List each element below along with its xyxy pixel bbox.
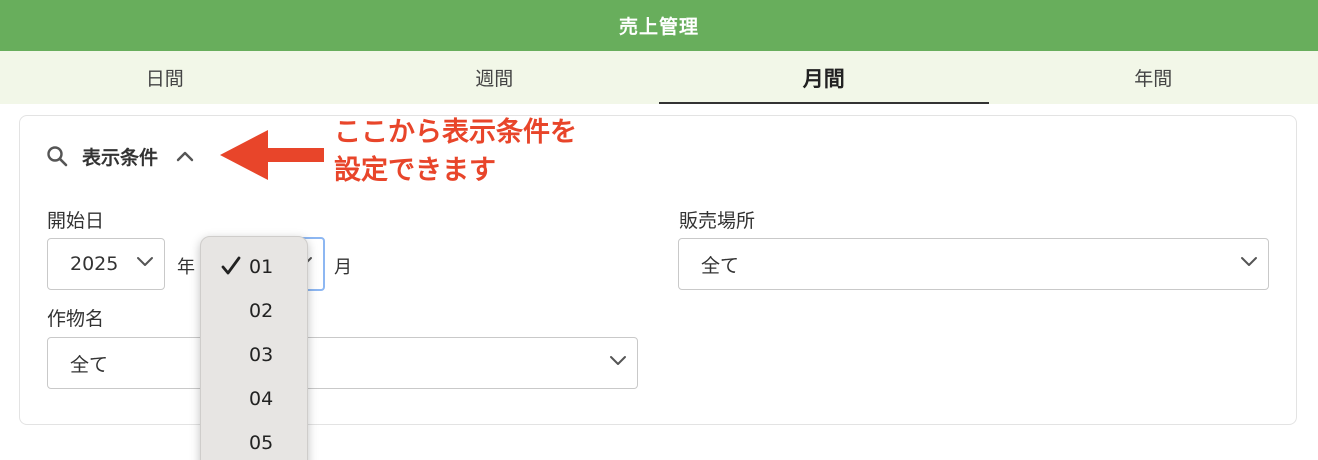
- year-select[interactable]: 2025: [47, 238, 165, 290]
- chevron-down-icon: [1241, 257, 1257, 266]
- page-title: 売上管理: [618, 16, 699, 38]
- conditions-toggle[interactable]: 表示条件: [46, 140, 194, 172]
- period-tabs: 日間 週間 月間 年間: [0, 51, 1318, 104]
- year-suffix: 年: [177, 257, 195, 278]
- tab-daily[interactable]: 日間: [0, 51, 330, 104]
- chevron-up-icon[interactable]: [176, 150, 194, 162]
- tab-weekly[interactable]: 週間: [330, 51, 660, 104]
- month-option-01[interactable]: 01: [201, 245, 309, 289]
- annotation-text: ここから表示条件を 設定できます: [334, 114, 577, 190]
- sales-location-label: 販売場所: [679, 210, 756, 232]
- month-dropdown-menu: 01 02 03 04 05: [200, 236, 308, 460]
- checkmark-icon: [221, 256, 241, 275]
- month-option-04[interactable]: 04: [201, 377, 309, 421]
- month-option-02[interactable]: 02: [201, 289, 309, 333]
- month-option-05[interactable]: 05: [201, 421, 309, 460]
- start-date-label: 開始日: [47, 210, 105, 232]
- chevron-down-icon: [137, 257, 153, 266]
- tab-yearly[interactable]: 年間: [989, 51, 1318, 104]
- app-header: 売上管理: [0, 0, 1318, 51]
- month-option-03[interactable]: 03: [201, 333, 309, 377]
- sales-location-select[interactable]: 全て: [678, 238, 1269, 290]
- tab-monthly[interactable]: 月間: [659, 51, 989, 104]
- crop-name-select[interactable]: 全て: [47, 337, 638, 389]
- crop-name-value: 全て: [70, 353, 109, 376]
- annotation-line-2: 設定できます: [334, 155, 496, 186]
- conditions-title: 表示条件: [82, 146, 159, 169]
- chevron-down-icon: [610, 356, 626, 365]
- annotation-line-1: ここから表示条件を: [334, 117, 577, 148]
- crop-name-label: 作物名: [47, 308, 105, 330]
- annotation-arrow-icon: [220, 130, 324, 180]
- search-icon: [47, 146, 68, 167]
- month-suffix: 月: [334, 257, 352, 278]
- sales-location-value: 全て: [701, 254, 740, 277]
- year-value: 2025: [70, 253, 119, 275]
